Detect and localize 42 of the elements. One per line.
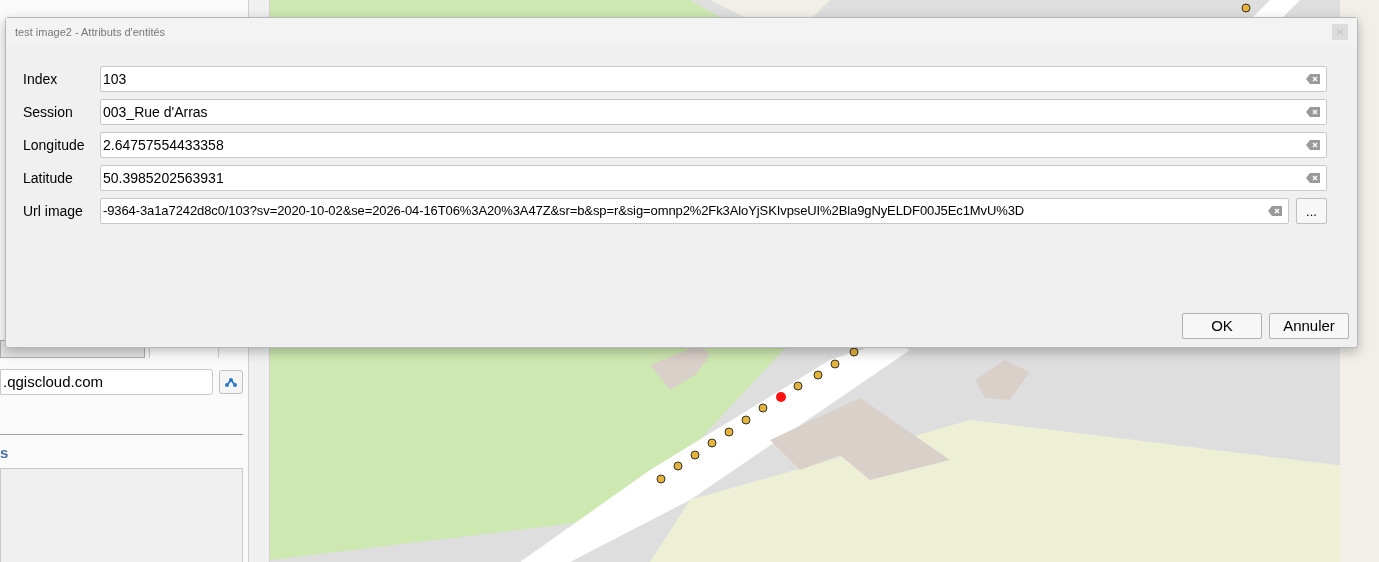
map-point[interactable] bbox=[1241, 3, 1251, 13]
field-value: 50.3985202563931 bbox=[103, 168, 224, 188]
browse-button[interactable]: ... bbox=[1296, 198, 1327, 224]
clear-icon[interactable] bbox=[1306, 173, 1320, 183]
map-point[interactable] bbox=[724, 427, 734, 437]
connect-button[interactable] bbox=[219, 370, 243, 394]
field-value: 2.64757554433358 bbox=[103, 135, 224, 155]
network-icon bbox=[224, 377, 238, 387]
map-point[interactable] bbox=[813, 370, 823, 380]
clear-icon[interactable] bbox=[1306, 107, 1320, 117]
input-field[interactable]: -9364-3a1a7242d8c0/103?sv=2020-10-02&se=2026-04-16T06%3A20%3A47Z&sr=b&sp=r&sig=omnp2%2Fk3AloYjSKIvpseUI%2Bla9gNyELDF00J5Ec1MvU%3D bbox=[100, 198, 1289, 224]
map-point[interactable] bbox=[849, 347, 859, 357]
field-value: -9364-3a1a7242d8c0/103?sv=2020-10-02&se=2026-04-16T06%3A20%3A47Z&sr=b&sp=r&sig=omnp2%2Fk3AloYjSKIvpseUI%2Bla9gNyELDF00J5Ec1MvU%3D bbox=[103, 202, 1025, 221]
field-label: Session bbox=[23, 102, 74, 122]
section-heading: s bbox=[0, 444, 9, 462]
server-field[interactable]: .qgiscloud.com bbox=[0, 369, 213, 395]
map-point[interactable] bbox=[707, 438, 717, 448]
input-field[interactable]: 2.64757554433358 bbox=[100, 132, 1327, 158]
close-icon bbox=[1337, 29, 1343, 35]
map-point[interactable] bbox=[758, 403, 768, 413]
clear-icon[interactable] bbox=[1306, 140, 1320, 150]
window-title: test image2 - Attributs d'entités bbox=[15, 24, 166, 40]
field-value: 003_Rue d'Arras bbox=[103, 102, 208, 122]
clear-icon[interactable] bbox=[1306, 74, 1320, 84]
dialog-button[interactable]: OK bbox=[1182, 313, 1262, 339]
clear-icon[interactable] bbox=[1268, 206, 1282, 216]
map-point[interactable] bbox=[793, 381, 803, 391]
selected-map-point[interactable] bbox=[776, 392, 786, 402]
map-point[interactable] bbox=[656, 474, 666, 484]
field-value: 103 bbox=[103, 69, 127, 89]
input-field[interactable]: 50.3985202563931 bbox=[100, 165, 1327, 191]
map-point[interactable] bbox=[673, 461, 683, 471]
map-point[interactable] bbox=[830, 359, 840, 369]
map-point[interactable] bbox=[690, 450, 700, 460]
field-label: Latitude bbox=[23, 168, 74, 188]
input-field[interactable]: 103 bbox=[100, 66, 1327, 92]
map-point[interactable] bbox=[741, 415, 751, 425]
field-label: Longitude bbox=[23, 135, 86, 155]
input-field[interactable]: 003_Rue d'Arras bbox=[100, 99, 1327, 125]
field-label: Index bbox=[23, 69, 59, 89]
dialog-button[interactable]: Annuler bbox=[1269, 313, 1349, 339]
field-label: Url image bbox=[23, 201, 84, 221]
